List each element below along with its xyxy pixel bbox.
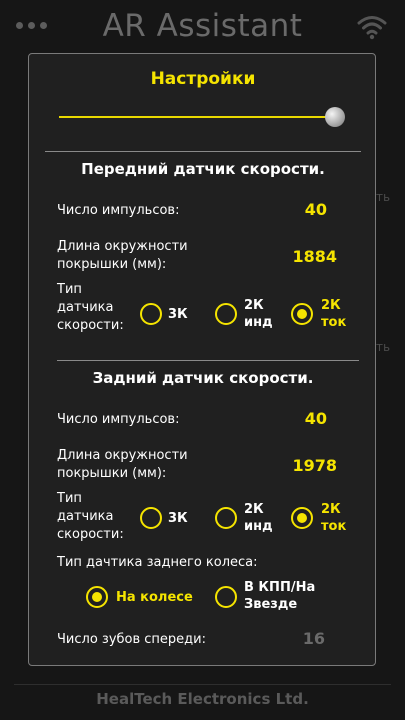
rear-pulses-value[interactable]: 40 (267, 409, 327, 428)
background-text: ть (376, 340, 391, 354)
divider (57, 360, 359, 361)
rear-wheel-radio-gearbox-line1: В КПП/На (244, 580, 316, 595)
rear-wheel-radio-on-wheel[interactable] (86, 586, 108, 608)
rear-circ-value[interactable]: 1978 (277, 456, 337, 475)
footer-divider (14, 684, 391, 685)
front-type-label: Тип датчика скорости: (57, 281, 124, 335)
divider (45, 151, 361, 152)
rear-radio-2k-ind-label[interactable]: 2К инд (244, 501, 273, 535)
front-pulses-value[interactable]: 40 (267, 200, 327, 219)
slider-track[interactable] (59, 116, 339, 118)
app-title: AR Assistant (102, 8, 303, 44)
front-circ-value[interactable]: 1884 (277, 247, 337, 266)
front-radio-2k-ind-label[interactable]: 2К инд (244, 297, 273, 331)
front-radio-2k-tok-line1: 2К (321, 298, 341, 313)
rear-radio-2k-tok-line2: ток (321, 519, 347, 534)
rear-wheel-radio-gearbox-line2: Звезде (244, 597, 298, 612)
rear-pulses-label: Число импульсов: (57, 412, 180, 427)
rear-type-label-line2: датчика (57, 509, 114, 524)
rear-type-label-line3: скорости: (57, 527, 124, 542)
rear-circ-label: Длина окружности покрышки (мм): (57, 447, 188, 483)
front-radio-2k-ind-line2: инд (244, 315, 273, 330)
rear-circ-label-line1: Длина окружности (57, 448, 188, 463)
rear-wheel-radio-gearbox-label[interactable]: В КПП/На Звезде (244, 579, 315, 613)
front-radio-3k[interactable] (140, 303, 162, 325)
rear-circ-label-line2: покрышки (мм): (57, 466, 167, 481)
rear-wheel-type-label: Тип дачтика заднего колеса: (57, 555, 258, 570)
rear-radio-2k-tok-line1: 2К (321, 502, 341, 517)
footer-text: HealTech Electronics Ltd. (96, 690, 309, 708)
rear-radio-2k-tok[interactable] (291, 507, 313, 529)
front-radio-2k-tok-label[interactable]: 2К ток (321, 297, 346, 331)
front-circ-label-line1: Длина окружности (57, 239, 188, 254)
front-teeth-label: Число зубов спереди: (57, 632, 206, 647)
wifi-icon (357, 16, 387, 40)
rear-radio-3k-label[interactable]: 3К (168, 510, 188, 527)
front-radio-3k-label[interactable]: 3К (168, 306, 188, 323)
rear-wheel-radio-on-wheel-label[interactable]: На колесе (116, 589, 193, 606)
rear-radio-3k[interactable] (140, 507, 162, 529)
rear-radio-2k-ind-line1: 2К (244, 502, 264, 517)
front-radio-2k-ind[interactable] (215, 303, 237, 325)
front-radio-2k-ind-line1: 2К (244, 298, 264, 313)
rear-radio-2k-ind[interactable] (215, 507, 237, 529)
front-type-label-line2: датчика (57, 300, 114, 315)
rear-type-label: Тип датчика скорости: (57, 490, 124, 544)
front-sensor-title: Передний датчик скорости. (81, 160, 325, 178)
front-teeth-value[interactable]: 16 (265, 629, 325, 648)
rear-radio-2k-ind-line2: инд (244, 519, 273, 534)
rear-type-label-line1: Тип (57, 491, 82, 506)
settings-dialog: Настройки Передний датчик скорости. Числ… (28, 53, 376, 666)
rear-sensor-title: Задний датчик скорости. (92, 369, 314, 387)
slider-thumb[interactable] (325, 107, 345, 127)
front-type-label-line3: скорости: (57, 318, 124, 333)
front-radio-2k-tok[interactable] (291, 303, 313, 325)
front-circ-label: Длина окружности покрышки (мм): (57, 238, 188, 274)
front-circ-label-line2: покрышки (мм): (57, 257, 167, 272)
dialog-title: Настройки (150, 69, 256, 89)
app-header: AR Assistant (0, 0, 405, 52)
front-type-label-line1: Тип (57, 282, 82, 297)
front-pulses-label: Число импульсов: (57, 203, 180, 218)
rear-radio-2k-tok-label[interactable]: 2К ток (321, 501, 346, 535)
front-radio-2k-tok-line2: ток (321, 315, 347, 330)
background-text: ть (376, 190, 391, 204)
rear-wheel-radio-gearbox[interactable] (215, 586, 237, 608)
